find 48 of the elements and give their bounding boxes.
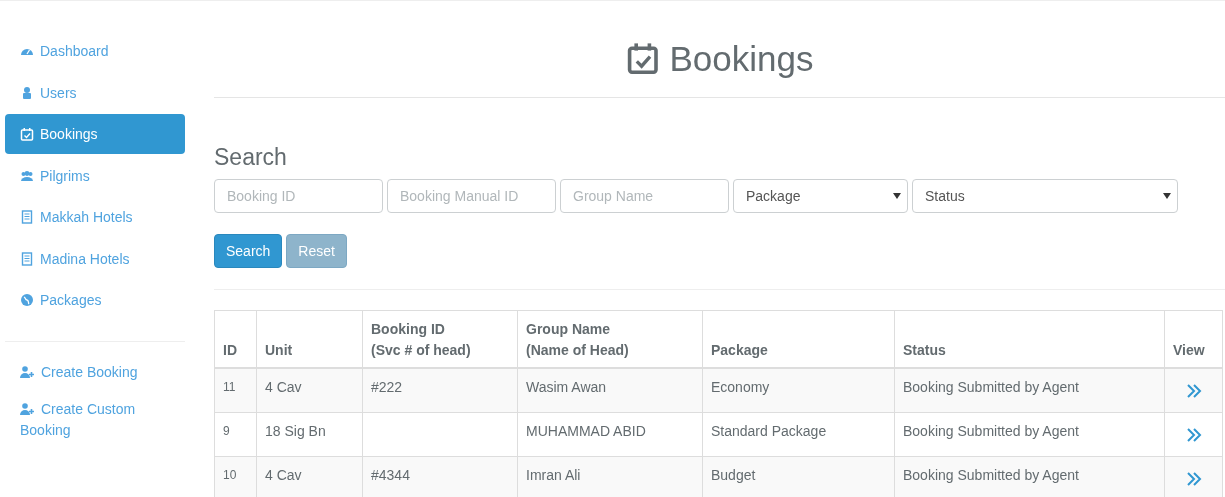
table-cell: 10	[223, 468, 237, 482]
table-cell: 11	[223, 380, 236, 394]
table-cell: 9	[223, 424, 230, 438]
double-chevron-icon	[1185, 383, 1202, 399]
table-cell: #4344	[371, 467, 410, 483]
sidebar-item[interactable]: Pilgrims	[5, 155, 185, 196]
table-cell: Budget	[711, 467, 756, 483]
input-field[interactable]: Booking ID	[214, 179, 383, 213]
section-title: Search	[214, 143, 288, 171]
table-cell: 4 Cav	[265, 379, 302, 395]
search-button[interactable]: Search	[214, 234, 283, 268]
sidebar-item[interactable]: Bookings	[5, 114, 185, 154]
input-field[interactable]: Group Name	[560, 179, 729, 213]
sidebar-item[interactable]: Packages	[5, 280, 185, 320]
sidebar-item[interactable]: Users	[5, 72, 185, 113]
double-chevron-icon	[1185, 471, 1202, 487]
reset-button[interactable]: Reset	[286, 234, 347, 268]
table-cell: MUHAMMAD ABID	[526, 423, 646, 439]
page-title: Bookings	[669, 39, 814, 79]
table-cell: Economy	[711, 379, 770, 395]
input-field[interactable]: Booking Manual ID	[387, 179, 556, 213]
table-cell: Wasim Awan	[526, 379, 607, 395]
table-cell: Imran Ali	[526, 467, 581, 483]
globe-icon	[20, 293, 34, 307]
table-cell: Standard Package	[711, 423, 827, 439]
user-plus-icon	[20, 401, 35, 416]
table-cell: Booking Submitted by Agent	[903, 423, 1079, 439]
building-icon	[20, 251, 34, 266]
building-icon	[20, 210, 34, 224]
users-icon	[20, 168, 34, 183]
table-cell: Booking Submitted by Agent	[903, 467, 1079, 483]
calendar-icon	[20, 127, 34, 141]
table-cell: 18 Sig Bn	[265, 423, 326, 439]
sidebar-item[interactable]: Dashboard	[5, 31, 185, 71]
table-cell: 4 Cav	[265, 467, 302, 483]
double-chevron-icon	[1185, 427, 1202, 443]
sidebar-item[interactable]: Madina Hotels	[5, 238, 185, 279]
select-field[interactable]: Package	[733, 179, 908, 213]
table-cell: #222	[371, 379, 403, 395]
table-cell: Booking Submitted by Agent	[903, 379, 1079, 395]
user-plus-icon	[20, 364, 35, 379]
caret-icon	[1163, 193, 1171, 199]
sidebar-item[interactable]: Makkah Hotels	[5, 197, 185, 237]
caret-icon	[893, 193, 901, 199]
sidebar-link[interactable]: Create Custom Booking	[20, 398, 170, 441]
select-field[interactable]: Status	[912, 179, 1178, 213]
sidebar-link[interactable]: Create Booking	[20, 361, 170, 383]
user-icon	[20, 85, 34, 100]
